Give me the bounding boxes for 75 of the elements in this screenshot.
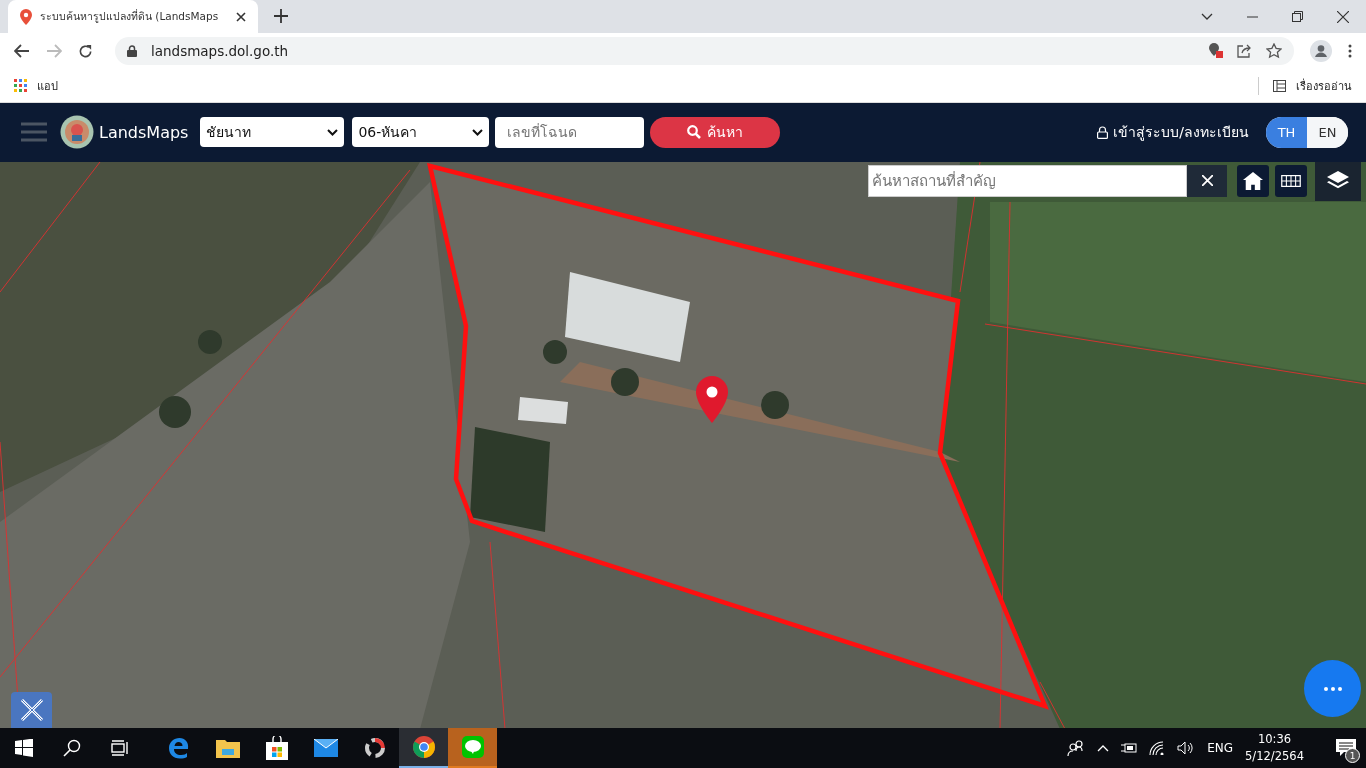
minimize-icon[interactable] bbox=[1247, 15, 1258, 18]
close-icon[interactable] bbox=[1337, 10, 1349, 23]
place-search-field[interactable]: ค้นหาสถานที่สำคัญ bbox=[868, 164, 1187, 197]
map-pin-icon bbox=[696, 375, 728, 423]
battery-charging-icon[interactable] bbox=[1121, 742, 1138, 754]
close-icon[interactable] bbox=[236, 11, 246, 22]
url-text: landsmaps.dol.go.th bbox=[151, 43, 289, 60]
input-language[interactable]: ENG bbox=[1207, 741, 1234, 755]
close-icon bbox=[1201, 175, 1213, 187]
wifi-icon[interactable] bbox=[1149, 741, 1166, 755]
taskbar-app[interactable] bbox=[399, 728, 448, 768]
brand-name: LandsMaps bbox=[99, 122, 189, 142]
back-icon[interactable] bbox=[14, 44, 30, 59]
district-select[interactable]: 06-หันคา bbox=[352, 117, 490, 148]
search-button[interactable]: ค้นหา bbox=[650, 116, 781, 148]
more-icon bbox=[1323, 686, 1342, 691]
tree-canopy bbox=[761, 390, 789, 419]
chevron-down-icon bbox=[327, 128, 339, 136]
grid-button[interactable] bbox=[1275, 164, 1307, 197]
emblem-logo-icon bbox=[60, 115, 94, 150]
tree-canopy bbox=[198, 329, 222, 354]
tree-canopy bbox=[159, 395, 191, 428]
tab-title: ระบบค้นหารูปแปลงที่ดิน (LandsMaps bbox=[40, 8, 220, 25]
apps-grid-icon bbox=[14, 79, 27, 93]
language-toggle[interactable]: TH bbox=[1266, 116, 1307, 148]
aperture-icon bbox=[363, 737, 386, 759]
shopping-bag-icon bbox=[265, 736, 288, 760]
star-icon[interactable] bbox=[1266, 43, 1282, 60]
deed-number-field[interactable]: เลขที่โฉนด bbox=[495, 116, 645, 148]
login-register-link[interactable]: เข้าสู่ระบบ/ลงทะเบียน bbox=[1113, 121, 1249, 144]
people-icon[interactable] bbox=[1067, 740, 1086, 756]
apps-bookmark[interactable]: แอป bbox=[14, 76, 58, 95]
layers-button[interactable] bbox=[1315, 161, 1361, 201]
folder-icon bbox=[215, 738, 240, 758]
province-select[interactable]: ชัยนาท bbox=[200, 117, 345, 148]
restore-icon[interactable] bbox=[1292, 11, 1303, 22]
home-button[interactable] bbox=[1237, 164, 1269, 197]
home-icon bbox=[1243, 170, 1263, 191]
reload-icon[interactable] bbox=[78, 43, 93, 59]
profile-avatar-icon[interactable] bbox=[1310, 40, 1332, 63]
building-roof bbox=[518, 396, 568, 424]
location-blocked-icon[interactable] bbox=[1209, 43, 1223, 60]
chat-bubble-icon bbox=[461, 736, 484, 758]
tree-canopy bbox=[543, 339, 567, 364]
more-icon[interactable] bbox=[1348, 44, 1352, 59]
search-icon bbox=[687, 125, 702, 140]
browser-e-icon bbox=[167, 737, 190, 759]
lock-icon bbox=[1097, 125, 1109, 139]
lock-icon bbox=[127, 45, 137, 58]
chevron-down-icon bbox=[472, 128, 484, 136]
clear-button[interactable] bbox=[1187, 164, 1227, 197]
windows-start-icon[interactable] bbox=[15, 739, 33, 757]
chevron-up-icon[interactable] bbox=[1097, 744, 1110, 752]
list-icon bbox=[1273, 79, 1286, 92]
satellite-map-drawing[interactable] bbox=[0, 161, 1366, 728]
search-icon[interactable] bbox=[63, 739, 81, 757]
browser-tab[interactable]: ระบบค้นหารูปแปลงที่ดิน (LandsMaps bbox=[8, 0, 258, 33]
language-toggle[interactable]: EN bbox=[1307, 116, 1348, 148]
new-tab-icon[interactable] bbox=[274, 9, 288, 23]
notifications-button[interactable]: 1 bbox=[1326, 728, 1366, 768]
tree-canopy bbox=[611, 367, 639, 396]
speaker-icon[interactable] bbox=[1177, 741, 1194, 755]
ruler-pencil-icon bbox=[19, 698, 44, 722]
pin-icon bbox=[20, 8, 32, 25]
grid-icon bbox=[1281, 172, 1301, 189]
notification-count: 1 bbox=[1345, 748, 1360, 763]
measure-tool-button[interactable] bbox=[11, 692, 52, 728]
reading-list-button[interactable]: เรื่องรออ่าน bbox=[1273, 76, 1352, 95]
share-icon[interactable] bbox=[1237, 44, 1252, 59]
chevron-down-icon[interactable] bbox=[1201, 12, 1213, 21]
envelope-icon bbox=[313, 739, 338, 757]
chrome-icon bbox=[412, 736, 435, 758]
address-bar[interactable]: landsmaps.dol.go.th bbox=[115, 37, 1294, 66]
clock[interactable]: 10:36 5/12/2564 bbox=[1245, 731, 1304, 765]
task-view-icon[interactable] bbox=[111, 740, 129, 756]
